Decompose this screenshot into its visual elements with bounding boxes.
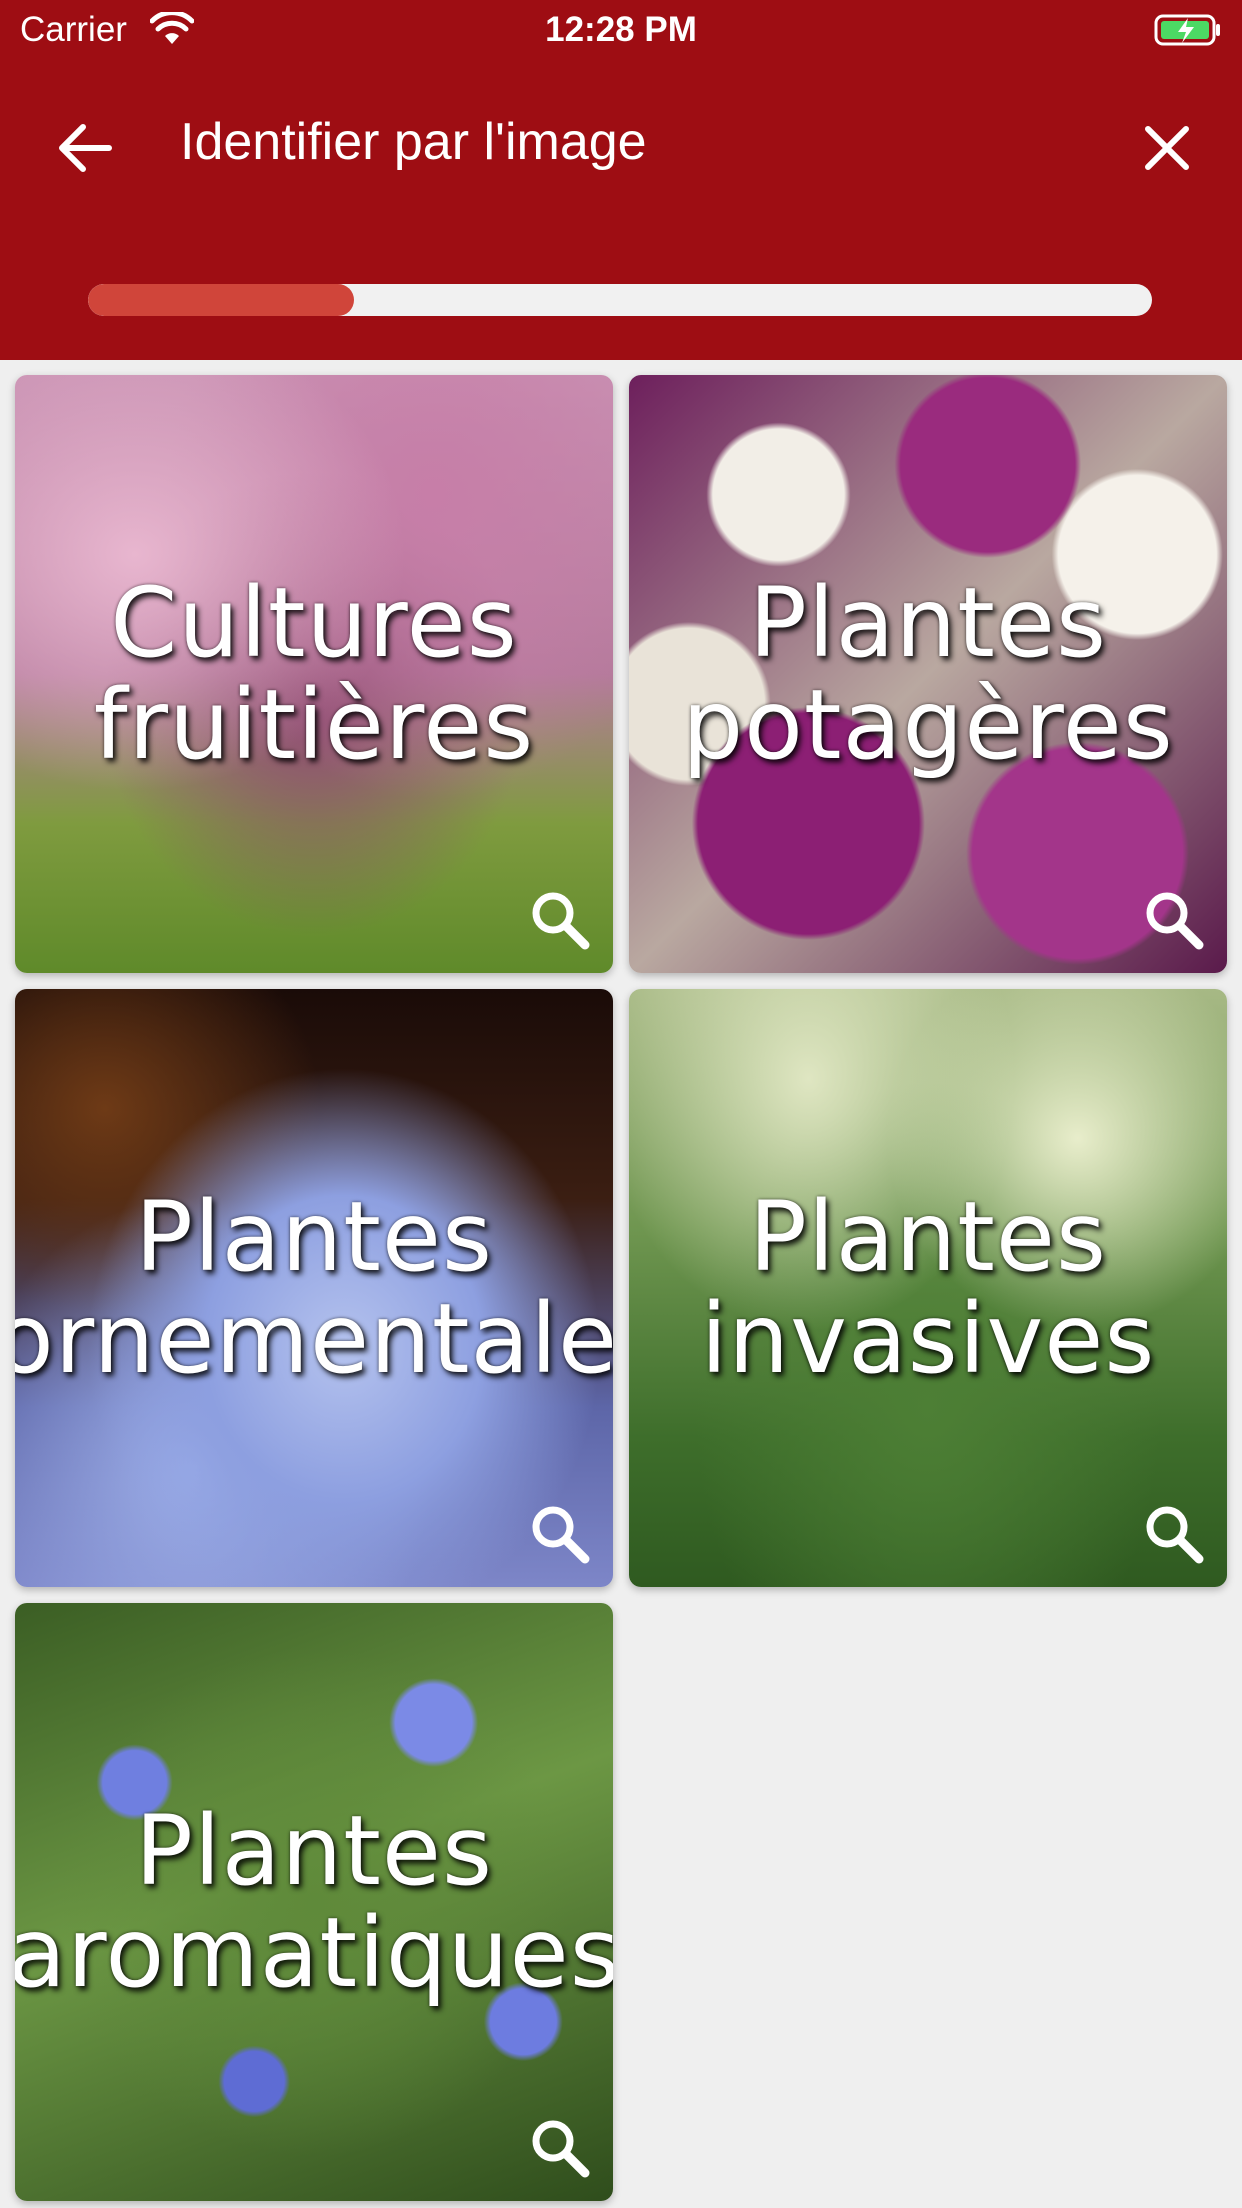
search-icon <box>1146 1506 1204 1564</box>
app-header: Carrier 12:28 PM Identifier par l'image <box>0 0 1242 360</box>
progress-bar <box>88 284 1152 316</box>
battery-charging-icon <box>1154 14 1220 46</box>
search-icon <box>1146 892 1204 950</box>
search-icon <box>532 892 590 950</box>
search-icon <box>532 2120 590 2178</box>
nav-bar: Identifier par l'image <box>0 100 1242 190</box>
category-card-plantes-ornementales[interactable]: Plantes ornementales <box>15 989 613 1587</box>
status-bar: Carrier 12:28 PM <box>0 0 1242 62</box>
card-label: Plantes ornementales <box>15 1181 613 1395</box>
card-label: Plantes invasives <box>700 1181 1156 1395</box>
category-card-plantes-aromatiques[interactable]: Plantes aromatiques <box>15 1603 613 2201</box>
status-time: 12:28 PM <box>545 10 697 49</box>
arrow-left-icon <box>59 124 112 172</box>
page-title: Identifier par l'image <box>180 113 647 171</box>
card-label: Plantes aromatiques <box>15 1795 613 2009</box>
category-card-cultures-fruitieres[interactable]: Cultures fruitières <box>15 375 613 973</box>
close-button[interactable] <box>1122 108 1212 188</box>
category-card-plantes-potageres[interactable]: Plantes potagères <box>629 375 1227 973</box>
search-icon <box>532 1506 590 1564</box>
card-label: Plantes potagères <box>682 567 1174 781</box>
close-icon <box>1145 126 1189 170</box>
card-label: Cultures fruitières <box>93 567 535 781</box>
category-card-plantes-invasives[interactable]: Plantes invasives <box>629 989 1227 1587</box>
progress-fill <box>88 284 354 316</box>
back-button[interactable] <box>40 108 130 188</box>
